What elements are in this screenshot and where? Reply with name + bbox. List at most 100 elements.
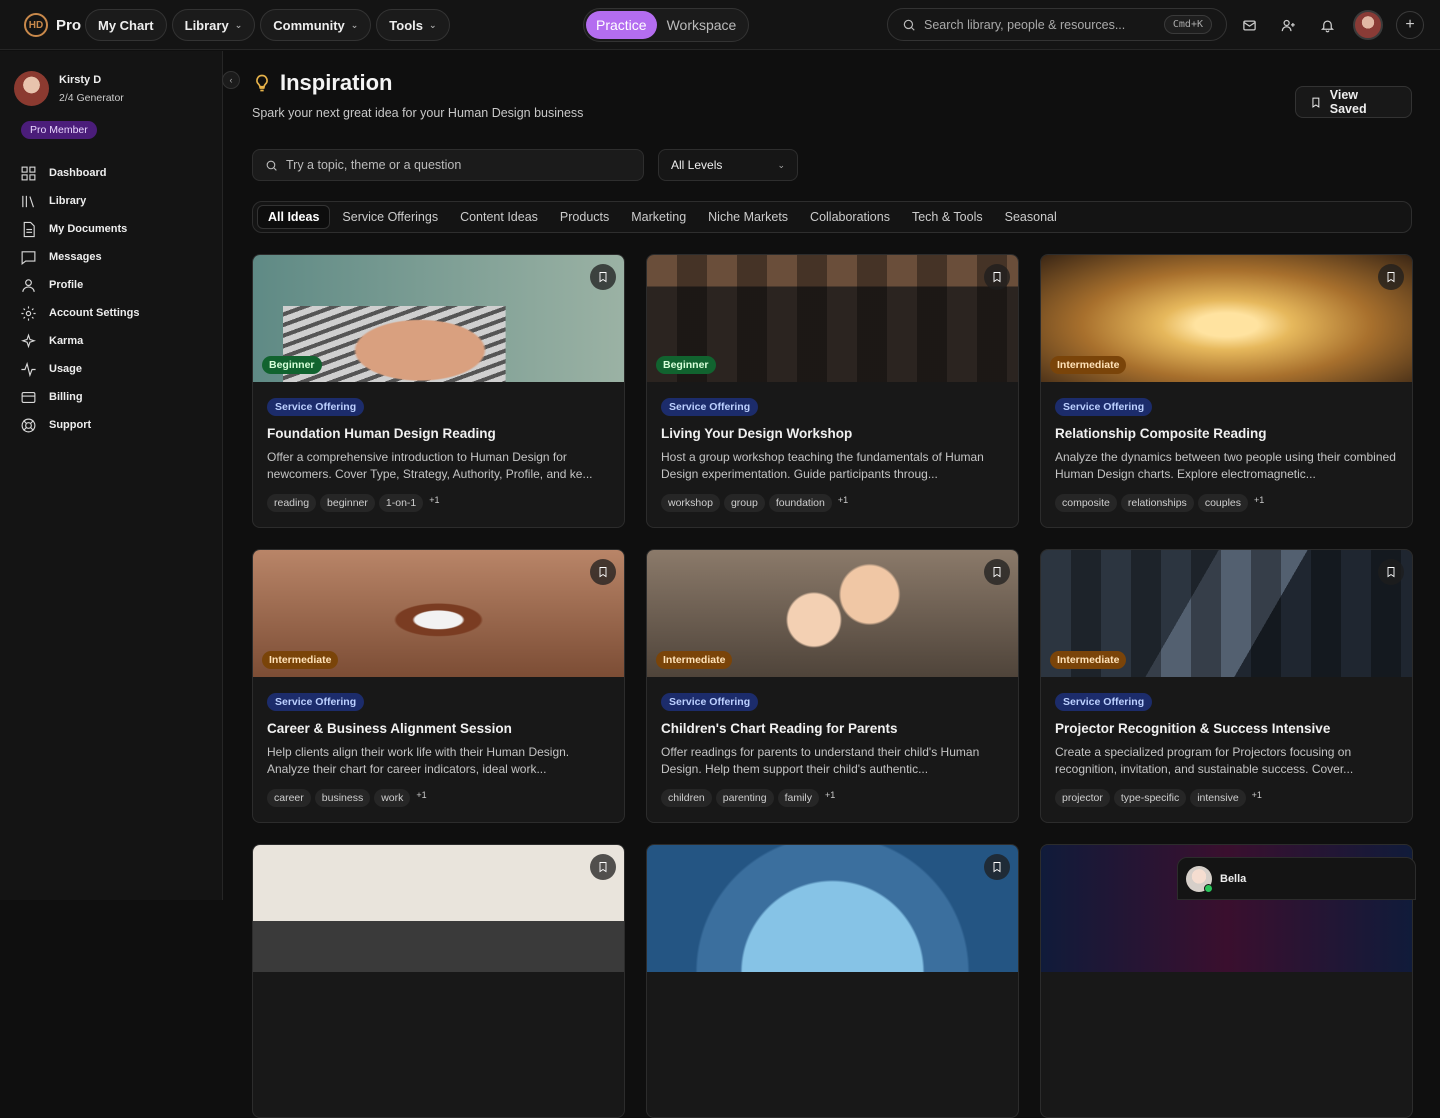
tag[interactable]: relationships <box>1120 494 1194 512</box>
idea-card[interactable] <box>252 844 625 1118</box>
level-select[interactable]: All Levels ⌄ <box>658 149 798 181</box>
bookmark-icon[interactable] <box>984 264 1010 290</box>
tab-service-offerings[interactable]: Service Offerings <box>332 205 448 229</box>
bookmark-icon[interactable] <box>590 264 616 290</box>
chat-widget[interactable]: Bella <box>1177 857 1416 900</box>
idea-card[interactable]: Intermediate Service Offering Career & B… <box>252 549 625 823</box>
tag[interactable]: career <box>267 789 311 807</box>
bookmark-icon[interactable] <box>984 559 1010 585</box>
tag-list: projector type-specific intensive +1 <box>1055 789 1398 807</box>
chat-contact-name: Bella <box>1220 872 1247 885</box>
nav-label: Community <box>273 17 345 33</box>
sidebar-item-dashboard[interactable]: Dashboard <box>20 159 139 187</box>
tab-products[interactable]: Products <box>550 205 619 229</box>
level-select-value: All Levels <box>671 158 723 172</box>
tag[interactable]: reading <box>267 494 317 512</box>
idea-card[interactable]: Intermediate Service Offering Projector … <box>1040 549 1413 823</box>
topic-search-input[interactable]: Try a topic, theme or a question <box>252 149 644 181</box>
tag[interactable]: couples <box>1197 494 1249 512</box>
idea-card[interactable]: Beginner Service Offering Living Your De… <box>646 254 1019 528</box>
filter-row: Try a topic, theme or a question All Lev… <box>252 149 798 181</box>
bookmark-icon[interactable] <box>984 854 1010 880</box>
category-badge: Service Offering <box>661 398 759 416</box>
chevron-down-icon: ⌄ <box>429 19 437 30</box>
card-image: Intermediate <box>1041 550 1412 677</box>
bell-icon[interactable] <box>1314 12 1340 38</box>
bookmark-icon <box>1312 97 1320 108</box>
tab-tech-tools[interactable]: Tech & Tools <box>902 205 993 229</box>
tag[interactable]: foundation <box>768 494 832 512</box>
bookmark-icon[interactable] <box>590 854 616 880</box>
sidebar-item-messages[interactable]: Messages <box>20 243 139 271</box>
tag[interactable]: beginner <box>320 494 375 512</box>
mail-icon[interactable] <box>1236 12 1262 38</box>
tag-list: children parenting family +1 <box>661 789 1004 807</box>
document-icon <box>23 221 35 237</box>
sidebar-item-profile[interactable]: Profile <box>20 271 139 299</box>
sidebar-item-library[interactable]: Library <box>20 187 139 215</box>
tag-list: composite relationships couples +1 <box>1055 494 1398 512</box>
tag[interactable]: 1-on-1 <box>378 494 424 512</box>
sidebar-item-account-settings[interactable]: Account Settings <box>20 299 139 327</box>
tag[interactable]: parenting <box>715 789 774 807</box>
tag[interactable]: composite <box>1055 494 1117 512</box>
more-tags-count: +1 <box>1254 495 1265 505</box>
tab-collaborations[interactable]: Collaborations <box>800 205 900 229</box>
view-saved-button[interactable]: View Saved <box>1295 86 1412 118</box>
sidebar-item-billing[interactable]: Billing <box>20 383 139 411</box>
tag[interactable]: work <box>374 789 411 807</box>
card-image: Intermediate <box>1041 255 1412 382</box>
tab-seasonal[interactable]: Seasonal <box>995 205 1067 229</box>
bookmark-icon[interactable] <box>1378 264 1404 290</box>
sidebar-item-karma[interactable]: Karma <box>20 327 139 355</box>
logo-text: Pro <box>56 16 82 34</box>
more-tags-count: +1 <box>429 495 440 505</box>
sidebar-item-my-documents[interactable]: My Documents <box>20 215 139 243</box>
nav-community[interactable]: Community ⌄ <box>260 9 372 41</box>
idea-card[interactable]: Intermediate Service Offering Children's… <box>646 549 1019 823</box>
user-icon <box>22 278 35 292</box>
tag[interactable]: children <box>661 789 712 807</box>
idea-card[interactable] <box>646 844 1019 1118</box>
tag[interactable]: group <box>723 494 765 512</box>
card-title: Career & Business Alignment Session <box>267 721 512 736</box>
nav-my-chart[interactable]: My Chart <box>85 9 167 41</box>
collapse-sidebar-button[interactable]: ‹ <box>222 71 240 89</box>
bookmark-icon[interactable] <box>1378 559 1404 585</box>
tag[interactable]: projector <box>1055 789 1110 807</box>
tag[interactable]: type-specific <box>1113 789 1187 807</box>
tag[interactable]: intensive <box>1190 789 1246 807</box>
tab-content-ideas[interactable]: Content Ideas <box>450 205 548 229</box>
plus-icon[interactable]: + <box>1396 11 1424 39</box>
logo[interactable]: HD Pro <box>24 13 81 37</box>
tag-list: career business work +1 <box>267 789 610 807</box>
add-user-icon[interactable] <box>1275 12 1301 38</box>
tab-marketing[interactable]: Marketing <box>621 205 696 229</box>
bookmark-icon[interactable] <box>590 559 616 585</box>
sidebar-item-label: Karma <box>49 335 84 347</box>
idea-card[interactable]: Beginner Service Offering Foundation Hum… <box>252 254 625 528</box>
tag[interactable]: workshop <box>661 494 720 512</box>
mode-workspace[interactable]: Workspace <box>657 11 747 39</box>
tag[interactable]: business <box>314 789 371 807</box>
activity-icon <box>21 361 36 377</box>
search-icon <box>266 160 277 171</box>
nav-tools[interactable]: Tools ⌄ <box>376 9 450 41</box>
mode-practice[interactable]: Practice <box>586 11 657 39</box>
nav-library[interactable]: Library ⌄ <box>171 9 256 41</box>
level-badge: Intermediate <box>1050 651 1127 669</box>
tab-niche-markets[interactable]: Niche Markets <box>698 205 798 229</box>
card-description: Help clients align their work life with … <box>267 745 570 776</box>
topic-placeholder: Try a topic, theme or a question <box>286 158 462 172</box>
card-title: Children's Chart Reading for Parents <box>661 721 898 736</box>
avatar[interactable] <box>1353 10 1383 40</box>
sidebar-item-support[interactable]: Support <box>20 411 139 439</box>
tab-all-ideas[interactable]: All Ideas <box>257 205 331 229</box>
global-search[interactable]: Search library, people & resources... Cm… <box>887 8 1227 41</box>
user-profile[interactable]: Kirsty D 2/4 Generator <box>14 71 124 106</box>
pro-member-badge: Pro Member <box>21 121 97 139</box>
tag[interactable]: family <box>777 789 819 807</box>
category-badge: Service Offering <box>267 398 365 416</box>
sidebar-item-usage[interactable]: Usage <box>20 355 139 383</box>
idea-card[interactable]: Intermediate Service Offering Relationsh… <box>1040 254 1413 528</box>
